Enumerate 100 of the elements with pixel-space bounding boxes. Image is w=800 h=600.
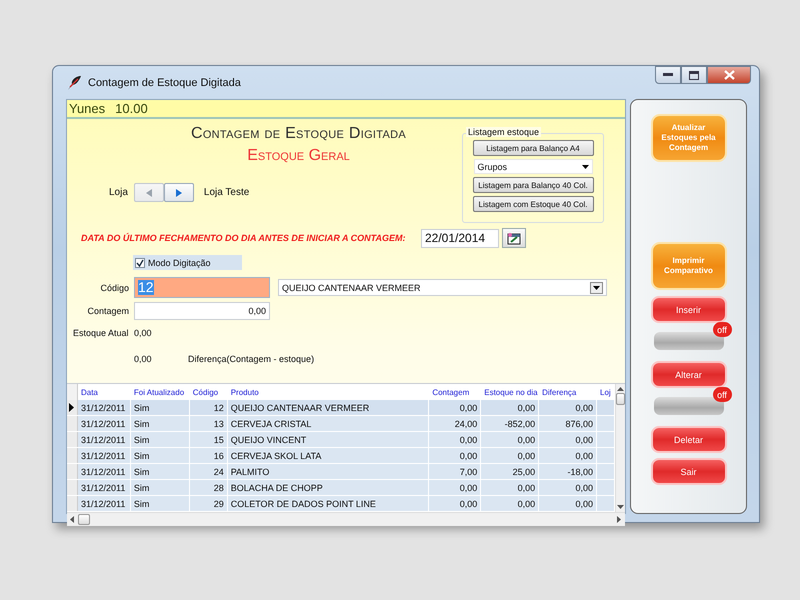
table-row[interactable]: 31/12/2011 Sim 28 BOLACHA DE CHOPP 0,00 0,00 0,00	[67, 480, 615, 496]
scroll-thumb[interactable]	[616, 393, 625, 405]
left-triangle-icon	[144, 188, 153, 198]
calendar-icon	[507, 232, 521, 244]
scroll-thumb[interactable]	[78, 514, 90, 525]
table-cell: 0,00	[539, 400, 598, 415]
table-cell: 0,00	[429, 496, 482, 511]
vertical-scrollbar[interactable]	[615, 384, 625, 512]
table-cell: COLETOR DE DADOS POINT LINE	[228, 496, 430, 511]
toggle-button[interactable]	[654, 332, 724, 350]
table-row[interactable]: 31/12/2011 Sim 15 QUEIJO VINCENT 0,00 0,00 0,00	[67, 432, 615, 448]
table-cell: 0,00	[429, 432, 482, 447]
last-close-label: DATA DO ÚLTIMO FECHAMENTO DO DIA ANTES DE INICIAR A CONTAGEM:	[80, 233, 406, 243]
toggle-button[interactable]	[654, 397, 724, 415]
date-field[interactable]: 22/01/2014	[421, 228, 499, 248]
action-button[interactable]: Alterar	[652, 363, 724, 386]
count-field[interactable]: 0,00	[134, 302, 270, 320]
table-cell: 876,00	[539, 416, 598, 431]
table-cell: -18,00	[539, 464, 598, 479]
table-cell: 31/12/2011	[78, 464, 131, 479]
table-row[interactable]: 31/12/2011 Sim 12 QUEIJO CANTENAAR VERMEER 0,00 0,00 0,00	[67, 400, 615, 416]
table-cell: 31/12/2011	[78, 416, 131, 431]
table-cell: 25,00	[481, 464, 540, 479]
listing-button[interactable]: Listagem com Estoque 40 Col.	[472, 196, 594, 212]
table-cell: 24	[190, 464, 228, 479]
table-cell: 12	[190, 400, 228, 415]
table-cell: 7,00	[429, 464, 482, 479]
store-label: Loja	[109, 187, 128, 198]
table-cell: 0,00	[429, 448, 482, 463]
scroll-right-icon[interactable]	[617, 516, 621, 523]
row-selector[interactable]	[67, 400, 78, 415]
table-cell: 0,00	[539, 480, 598, 495]
dropdown-arrow-icon	[582, 164, 588, 168]
table-cell: Sim	[130, 400, 190, 415]
table-cell: Sim	[130, 480, 190, 495]
window-title: Contagem de Estoque Digitada	[88, 76, 241, 88]
count-label: Contagem	[86, 306, 129, 316]
scroll-left-icon[interactable]	[70, 516, 74, 523]
version-label: 10.00	[115, 101, 148, 116]
table-cell: 29	[190, 496, 228, 511]
table-cell: 0,00	[539, 432, 598, 447]
table-cell: 0,00	[481, 496, 540, 511]
user-name: Yunes	[69, 101, 106, 116]
table-cell: 15	[190, 432, 228, 447]
store-name: Loja Teste	[204, 187, 250, 198]
table-row[interactable]: 31/12/2011 Sim 16 CERVEJA SKOL LATA 0,00 0,00 0,00	[67, 448, 615, 464]
close-button[interactable]	[707, 66, 751, 84]
form-title: Contagem de Estoque Digitada	[190, 125, 406, 142]
group-title: Listagem estoque	[466, 127, 542, 137]
minimize-button[interactable]	[655, 66, 681, 84]
table-row[interactable]: 31/12/2011 Sim 13 CERVEJA CRISTAL 24,00 -852,00 876,00	[67, 416, 615, 432]
maximize-button[interactable]	[681, 66, 707, 84]
stock-label: Estoque Atual	[73, 328, 130, 338]
table-cell: 0,00	[481, 432, 540, 447]
table-cell: 0,00	[481, 400, 540, 415]
close-icon	[724, 70, 734, 80]
right-triangle-icon	[174, 188, 183, 198]
quill-icon	[66, 74, 82, 90]
check-icon	[136, 258, 144, 266]
table-cell: QUEIJO VINCENT	[228, 432, 430, 447]
table-cell: 0,00	[481, 480, 540, 495]
listing-button[interactable]: Listagem para Balanço 40 Col.	[472, 177, 594, 193]
table-cell: 0,00	[539, 496, 598, 511]
action-button[interactable]: Sair	[652, 460, 724, 483]
product-dropdown[interactable]: QUEIJO CANTENAAR VERMEER	[278, 279, 607, 296]
status-badge: off	[712, 322, 732, 337]
action-button[interactable]: Inserir	[652, 298, 724, 321]
table-cell: CERVEJA CRISTAL	[228, 416, 430, 431]
minimize-icon	[663, 73, 673, 77]
table-cell: QUEIJO CANTENAAR VERMEER	[228, 400, 430, 415]
horizontal-scrollbar[interactable]	[67, 512, 625, 526]
table-row[interactable]: 31/12/2011 Sim 29 COLETOR DE DADOS POINT LINE 0,00 0,00 0,00	[67, 496, 615, 512]
action-button[interactable]: Deletar	[652, 428, 724, 451]
table-cell: 13	[190, 416, 228, 431]
difference-value: 0,00	[134, 354, 153, 364]
scroll-up-icon[interactable]	[617, 387, 624, 391]
table-cell: 0,00	[429, 480, 482, 495]
typing-mode-checkbox[interactable]: Modo Digitação	[133, 255, 242, 270]
form-subtitle: Estoque Geral	[247, 147, 350, 164]
table-cell: BOLACHA DE CHOPP	[228, 480, 430, 495]
table-cell: 24,00	[429, 416, 482, 431]
table-cell: 31/12/2011	[78, 480, 131, 495]
calendar-button[interactable]	[502, 228, 526, 248]
table-row[interactable]: 31/12/2011 Sim 24 PALMITO 7,00 25,00 -18,00	[67, 464, 615, 480]
listing-button[interactable]: Listagem para Balanço A4	[472, 140, 594, 156]
table-cell: -852,00	[481, 416, 540, 431]
table-cell: Sim	[130, 448, 190, 463]
scroll-down-icon[interactable]	[617, 505, 624, 509]
next-button[interactable]	[164, 183, 194, 202]
table-cell: Sim	[130, 464, 190, 479]
row-pointer-icon	[69, 403, 74, 412]
table-cell: 31/12/2011	[78, 400, 131, 415]
table-cell: 16	[190, 448, 228, 463]
maximize-icon	[689, 70, 699, 80]
table-cell: 31/12/2011	[78, 432, 131, 447]
table-cell: 31/12/2011	[78, 448, 131, 463]
dropdown-arrow-icon	[593, 286, 600, 290]
group-dropdown[interactable]: Grupos	[474, 159, 592, 174]
stock-value: 0,00	[134, 328, 152, 338]
table-cell: Sim	[130, 416, 190, 431]
